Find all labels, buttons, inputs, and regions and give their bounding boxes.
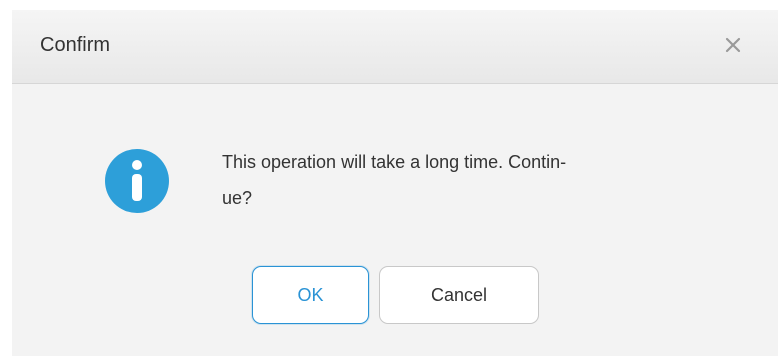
- dialog-body: This operation will take a long time. Co…: [12, 84, 778, 356]
- dialog-message-line2: ue?: [222, 188, 253, 208]
- dialog-titlebar: Confirm: [12, 10, 778, 84]
- dialog-message-line1: This operation will take a long time. Co…: [222, 152, 567, 172]
- confirm-dialog: Confirm This operation will take a long …: [12, 10, 778, 356]
- close-icon[interactable]: [720, 32, 746, 58]
- dialog-title: Confirm: [40, 34, 111, 56]
- cancel-button[interactable]: Cancel: [379, 266, 539, 324]
- dialog-message: This operation will take a long time. Co…: [222, 144, 692, 216]
- ok-button[interactable]: OK: [252, 266, 369, 324]
- info-icon: [105, 149, 169, 213]
